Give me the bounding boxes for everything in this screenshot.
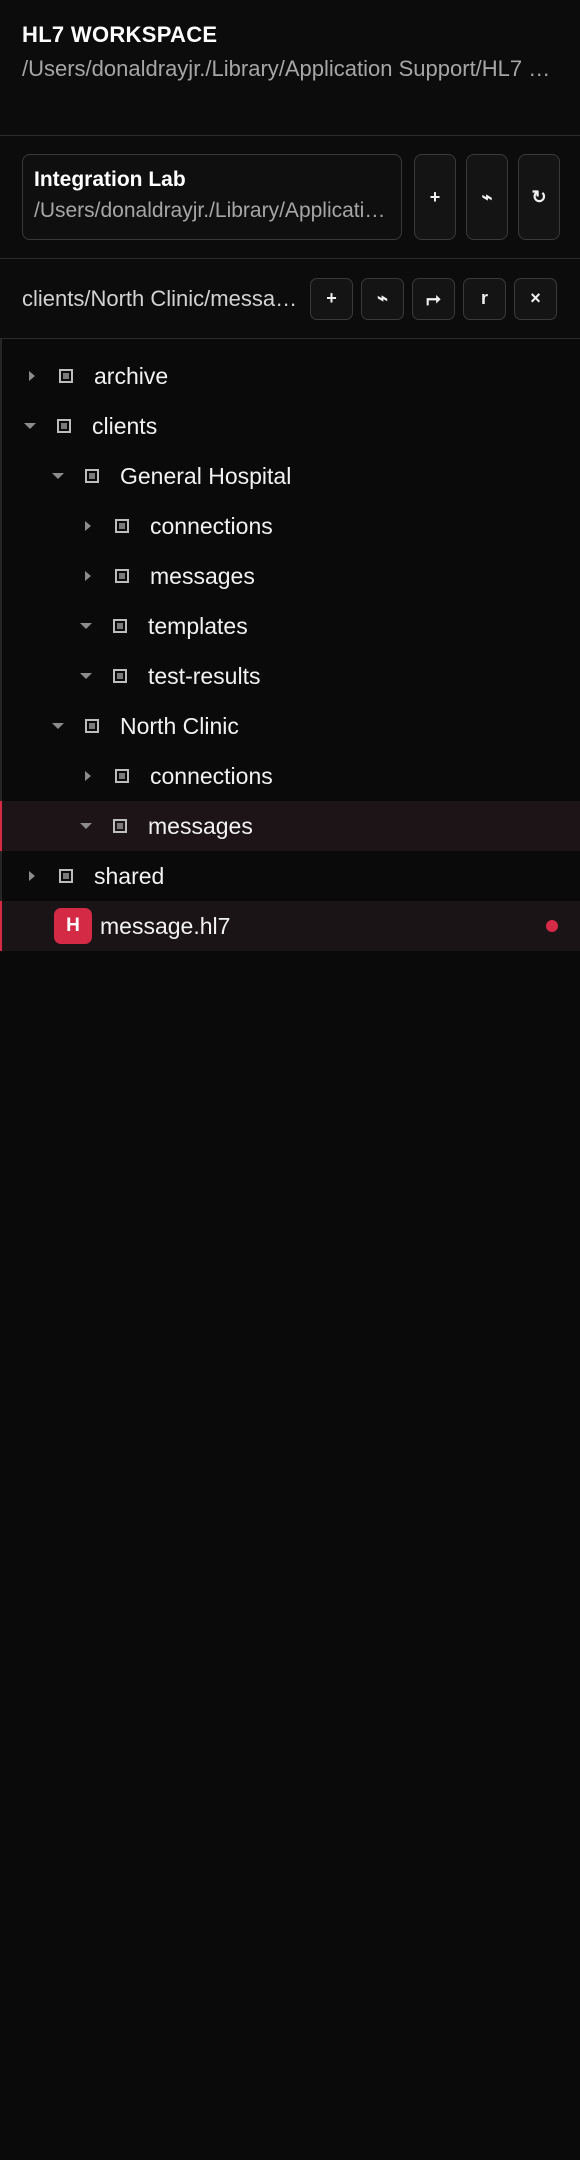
link-icon: ⌁ [377, 288, 388, 308]
tree-item-label: templates [148, 612, 248, 639]
tree-item-gh-connections[interactable]: connections [0, 501, 580, 551]
rename-icon: r [480, 288, 488, 308]
tree-item-label: shared [94, 862, 165, 889]
folder-icon [57, 419, 71, 433]
connect-folder-button[interactable]: ⌁ [361, 277, 404, 320]
folder-toolbar: clients/North Clinic/messages + ⌁ ⮣ r × [0, 259, 580, 339]
folder-icon [85, 719, 99, 733]
tree-item-label: test-results [148, 662, 261, 689]
current-folder-path: clients/North Clinic/messages [22, 285, 302, 311]
plus-icon: + [429, 186, 441, 207]
file-tree: archive clients General Hospital connect… [0, 339, 580, 951]
tree-item-shared[interactable]: shared [0, 851, 580, 901]
project-name: Integration Lab [34, 168, 186, 191]
tree-item-gh-messages[interactable]: messages [0, 551, 580, 601]
tree-item-label: messages [150, 562, 255, 589]
folder-icon [115, 569, 129, 583]
add-project-button[interactable]: + [414, 154, 456, 240]
tree-item-gh-test-results[interactable]: test-results [0, 651, 580, 701]
tree-item-gh-templates[interactable]: templates [0, 601, 580, 651]
new-item-button[interactable]: + [310, 277, 353, 320]
tree-item-label: North Clinic [120, 712, 239, 739]
tree-item-archive[interactable]: archive [0, 351, 580, 401]
workspace-header: HL7 WORKSPACE /Users/donaldrayjr./Librar… [0, 0, 580, 136]
chevron-down-icon[interactable] [79, 823, 93, 829]
folder-icon [113, 819, 127, 833]
chevron-right-icon[interactable] [25, 371, 39, 381]
tree-file-label: message.hl7 [100, 912, 231, 939]
tree-item-north-clinic[interactable]: North Clinic [0, 701, 580, 751]
folder-icon [115, 769, 129, 783]
project-path: /Users/donaldrayjr./Library/Application … [34, 199, 391, 222]
close-folder-button[interactable]: × [514, 277, 557, 320]
tree-item-general-hospital[interactable]: General Hospital [0, 451, 580, 501]
chevron-right-icon[interactable] [81, 521, 95, 531]
tree-item-label: General Hospital [120, 462, 292, 489]
chevron-right-icon[interactable] [25, 871, 39, 881]
project-row: Integration Lab /Users/donaldrayjr./Libr… [0, 136, 580, 259]
chevron-down-icon[interactable] [51, 473, 65, 479]
tree-item-label: archive [94, 362, 169, 389]
chevron-down-icon[interactable] [23, 423, 37, 429]
tree-item-label: connections [150, 762, 273, 789]
refresh-icon: ↻ [531, 186, 547, 207]
chevron-right-icon[interactable] [81, 771, 95, 781]
tree-item-label: connections [150, 512, 273, 539]
refresh-project-button[interactable]: ↻ [518, 154, 560, 240]
open-folder-button[interactable]: ⮣ [412, 277, 455, 320]
folder-icon [113, 619, 127, 633]
project-card[interactable]: Integration Lab /Users/donaldrayjr./Libr… [22, 154, 402, 240]
folder-icon [59, 369, 73, 383]
chevron-down-icon[interactable] [79, 623, 93, 629]
folder-icon [85, 469, 99, 483]
folder-icon [59, 869, 73, 883]
workspace-path: /Users/donaldrayjr./Library/Application … [22, 56, 558, 81]
connect-project-button[interactable]: ⌁ [466, 154, 508, 240]
chevron-down-icon[interactable] [51, 723, 65, 729]
unsaved-indicator [546, 920, 558, 932]
chevron-down-icon[interactable] [79, 673, 93, 679]
folder-actions: + ⌁ ⮣ r × [310, 277, 557, 320]
tree-item-label: clients [92, 412, 158, 439]
tree-item-nc-connections[interactable]: connections [0, 751, 580, 801]
hl7-file-icon: H [54, 908, 92, 944]
folder-icon [113, 669, 127, 683]
link-icon: ⌁ [481, 186, 493, 207]
tree-item-label: messages [148, 812, 253, 839]
close-icon: × [530, 288, 541, 308]
tree-item-nc-messages[interactable]: messages [0, 801, 580, 851]
tree-file-message-hl7[interactable]: H message.hl7 [0, 901, 580, 951]
chevron-right-icon[interactable] [81, 571, 95, 581]
project-actions: + ⌁ ↻ [414, 154, 560, 258]
rename-button[interactable]: r [463, 277, 506, 320]
folder-icon [115, 519, 129, 533]
tree-item-clients[interactable]: clients [0, 401, 580, 451]
corner-arrow-icon: ⮣ [426, 288, 441, 308]
workspace-title: HL7 WORKSPACE [22, 22, 218, 47]
plus-icon: + [326, 288, 337, 308]
